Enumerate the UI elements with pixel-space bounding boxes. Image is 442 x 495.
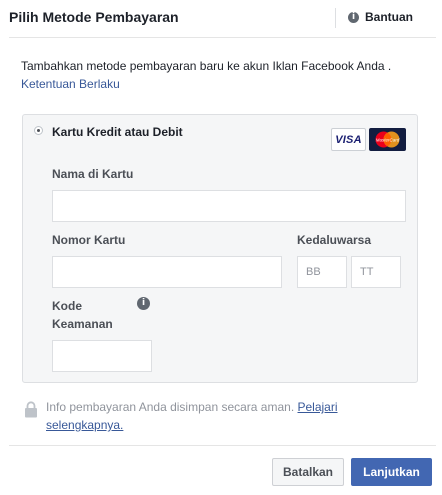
card-number-input[interactable]	[52, 256, 282, 288]
security-code-label-line2: Keamanan	[52, 317, 113, 331]
card-name-label: Nama di Kartu	[52, 167, 134, 181]
help-label: Bantuan	[365, 10, 413, 24]
cancel-button[interactable]: Batalkan	[272, 458, 344, 486]
intro-text: Tambahkan metode pembayaran baru ke akun…	[21, 59, 392, 73]
expiry-label: Kedaluwarsa	[297, 233, 372, 247]
visa-logo: VISA	[331, 128, 366, 151]
security-code-input[interactable]	[52, 340, 152, 372]
continue-button[interactable]: Lanjutkan	[351, 458, 432, 486]
radio-selected-icon[interactable]	[34, 126, 43, 135]
expiry-month-input[interactable]	[297, 256, 347, 288]
header-divider	[335, 8, 336, 28]
payment-option-label[interactable]: Kartu Kredit atau Debit	[52, 125, 183, 139]
security-code-label: Kode Keamanan	[52, 297, 113, 333]
security-code-label-line1: Kode	[52, 299, 82, 313]
dialog-title: Pilih Metode Pembayaran	[9, 9, 179, 25]
help-button[interactable]: i Bantuan	[348, 10, 413, 24]
security-note-text: Info pembayaran Anda disimpan secara ama…	[46, 400, 295, 414]
intro-text-block: Tambahkan metode pembayaran baru ke akun…	[21, 57, 426, 93]
mastercard-logo: MasterCard	[369, 128, 406, 151]
expiry-year-input[interactable]	[351, 256, 401, 288]
info-icon[interactable]: i	[137, 297, 150, 310]
card-name-input[interactable]	[52, 190, 406, 222]
terms-link[interactable]: Ketentuan Berlaku	[21, 77, 120, 91]
lock-icon	[24, 401, 38, 423]
header-separator	[9, 37, 436, 38]
card-number-label: Nomor Kartu	[52, 233, 126, 247]
info-icon: i	[348, 11, 359, 23]
svg-text:MasterCard: MasterCard	[376, 138, 400, 143]
security-note: Info pembayaran Anda disimpan secara ama…	[46, 398, 376, 434]
footer-separator	[9, 445, 436, 446]
